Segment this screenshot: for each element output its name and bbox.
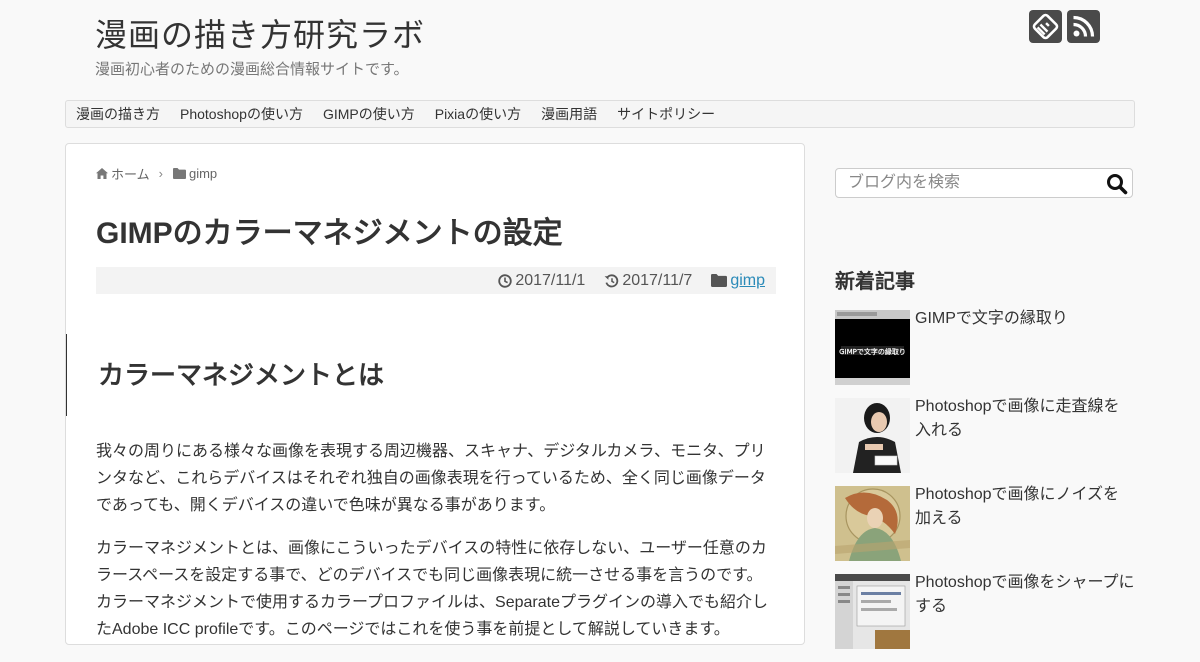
list-item: Photoshopで画像をシャープにする [835, 574, 1135, 662]
svg-text:GIMPで文字の縁取り: GIMPで文字の縁取り [839, 347, 906, 356]
article-paragraph: カラーマネジメントとは、画像にこういったデバイスの特性に依存しない、ユーザー任意… [96, 540, 768, 638]
nav-item-photoshop[interactable]: Photoshopの使い方 [180, 104, 303, 124]
recent-posts-title: 新着記事 [835, 271, 915, 293]
rss-icon [1073, 15, 1095, 37]
thumbnail-image [835, 398, 910, 473]
post-thumbnail[interactable] [835, 398, 910, 473]
post-meta: 2017/11/1 2017/11/7 gimp [96, 267, 776, 294]
home-icon [96, 168, 108, 179]
folder-icon [172, 168, 186, 179]
nav-item-glossary[interactable]: 漫画用語 [541, 104, 597, 124]
thumbnail-image: GIMPで文字の縁取り [835, 310, 910, 385]
feedly-icon [1032, 13, 1059, 40]
breadcrumb: ホーム › gimp [96, 164, 217, 183]
folder-icon [711, 274, 728, 287]
feedly-button[interactable] [1029, 10, 1062, 43]
site-header: 漫画の描き方研究ラボ 漫画初心者のための漫画総合情報サイトです。 [0, 0, 1200, 100]
recent-posts-list: GIMPで文字の縁取り GIMPで文字の縁取り Photoshopで画像に走査線… [835, 310, 1135, 662]
global-nav: 漫画の描き方 Photoshopの使い方 GIMPの使い方 Pixiaの使い方 … [65, 100, 1135, 128]
published-date: 2017/11/1 [498, 272, 585, 290]
section-heading: カラーマネジメントとは [66, 334, 766, 416]
site-title[interactable]: 漫画の描き方研究ラボ [95, 10, 425, 56]
history-icon [604, 273, 619, 287]
updated-date: 2017/11/7 [604, 272, 692, 290]
search-icon [1107, 174, 1128, 195]
post-thumbnail[interactable]: GIMPで文字の縁取り [835, 310, 910, 385]
search-form [835, 168, 1133, 198]
site-description: 漫画初心者のための漫画総合情報サイトです。 [95, 61, 409, 78]
post-category: gimp [711, 272, 765, 290]
post-thumbnail[interactable] [835, 486, 910, 561]
main-content: ホーム › gimp GIMPのカラーマネジメントの設定 2017/11/1 2… [65, 143, 805, 645]
recent-post-link[interactable]: Photoshopで画像にノイズを加える [915, 483, 1135, 531]
category-link[interactable]: gimp [730, 272, 765, 290]
nav-item-manga-drawing[interactable]: 漫画の描き方 [76, 104, 160, 124]
rss-button[interactable] [1067, 10, 1100, 43]
thumbnail-image [835, 574, 910, 649]
list-item: Photoshopで画像にノイズを加える [835, 486, 1135, 574]
chevron-right-icon: › [158, 166, 163, 181]
post-thumbnail[interactable] [835, 574, 910, 649]
article-title: GIMPのカラーマネジメントの設定 [96, 217, 563, 250]
clock-icon [498, 273, 513, 288]
article-paragraph: 我々の周りにある様々な画像を表現する周辺機器、スキャナ、デジタルカメラ、モニタ、… [96, 443, 766, 514]
breadcrumb-category-link[interactable]: gimp [189, 166, 217, 181]
search-button[interactable] [1106, 173, 1128, 195]
search-input[interactable] [836, 169, 1108, 197]
list-item: Photoshopで画像に走査線を入れる [835, 398, 1135, 486]
nav-item-pixia[interactable]: Pixiaの使い方 [435, 104, 521, 124]
recent-post-link[interactable]: Photoshopで画像をシャープにする [915, 571, 1135, 619]
thumbnail-image [835, 486, 910, 561]
nav-item-site-policy[interactable]: サイトポリシー [617, 104, 715, 124]
recent-post-link[interactable]: Photoshopで画像に走査線を入れる [915, 395, 1135, 443]
list-item: GIMPで文字の縁取り GIMPで文字の縁取り [835, 310, 1135, 398]
nav-item-gimp[interactable]: GIMPの使い方 [323, 104, 415, 124]
recent-post-link[interactable]: GIMPで文字の縁取り [915, 307, 1135, 331]
breadcrumb-home-link[interactable]: ホーム [111, 164, 150, 183]
